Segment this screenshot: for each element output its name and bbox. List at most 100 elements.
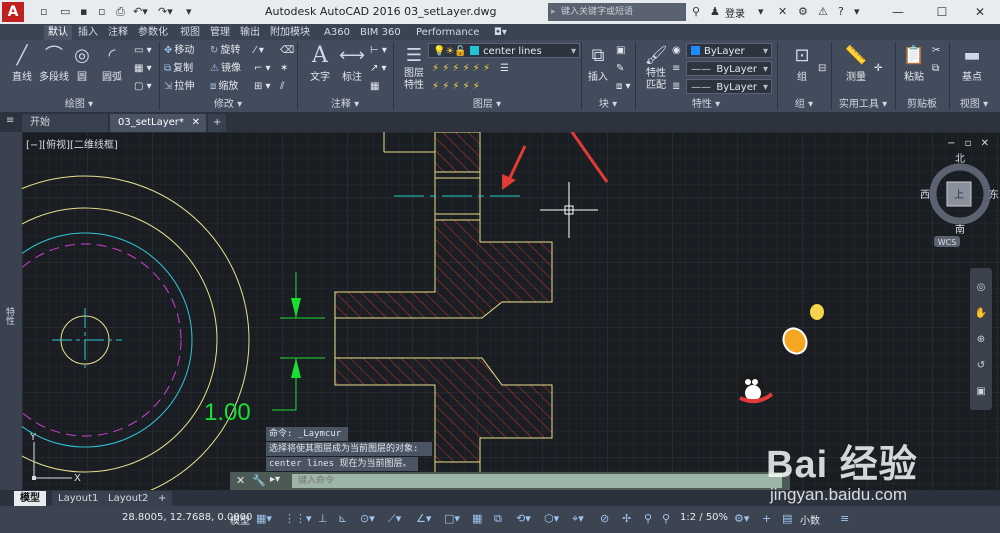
annotation-panel-title[interactable]: 注释 ▾ [298, 98, 392, 111]
pan-icon[interactable]: ✋ [975, 306, 987, 319]
maximize-button[interactable]: ☐ [928, 2, 956, 22]
snap-icon[interactable]: ⋮⋮▾ [284, 511, 312, 527]
annotation-visibility-icon[interactable]: ⚲ [644, 511, 652, 527]
block-attribute-icon[interactable]: ⧈ ▾ [616, 80, 631, 94]
cut-icon[interactable]: ✂ [932, 44, 940, 58]
tab-addins[interactable]: 附加模块 [266, 25, 314, 40]
color-dropdown[interactable]: ByLayer [686, 43, 772, 58]
boundary-icon[interactable]: ▢ ▾ [134, 80, 152, 94]
rectangle-icon[interactable]: ▭ ▾ [134, 44, 152, 58]
dynamic-input-icon[interactable]: ⊾ [338, 511, 347, 527]
menu-icon[interactable]: ≡ [6, 115, 14, 126]
application-menu-button[interactable]: A [2, 2, 24, 22]
steering-wheel-icon[interactable]: ◎ [977, 282, 986, 293]
line-button[interactable]: ╱ 直线 [4, 44, 40, 83]
draw-panel-title[interactable]: 绘图 ▾ [0, 98, 158, 111]
view-panel-title[interactable]: 视图 ▾ [950, 98, 998, 111]
zoom-icon[interactable]: ⊕ [977, 334, 985, 345]
object-snap-icon[interactable]: □▾ [444, 511, 460, 527]
groups-panel-title[interactable]: 组 ▾ [778, 98, 830, 111]
print-icon[interactable]: ⎙ [116, 4, 125, 20]
layer-dropdown[interactable]: 💡☀🔓 center lines [428, 43, 580, 58]
new-file-icon[interactable]: ▫ [40, 4, 47, 20]
tab-annotate[interactable]: 注释 [104, 25, 132, 40]
rotate-button[interactable]: ↻ 旋转 [210, 44, 240, 58]
viewcube-east[interactable]: 东 [989, 188, 999, 201]
linetype-icon[interactable]: ≡ [672, 62, 680, 76]
create-block-icon[interactable]: ▣ [616, 44, 625, 58]
minimize-button[interactable]: — [884, 2, 912, 22]
help-icon[interactable]: ? [838, 4, 844, 20]
group-button[interactable]: ⊡ 组 [784, 44, 820, 83]
customization-icon[interactable]: ≡ [840, 511, 849, 527]
hatch-region-top[interactable] [434, 132, 481, 173]
leader-icon[interactable]: ⊢ ▾ [370, 44, 387, 58]
erase-icon[interactable]: ⌫ [280, 44, 294, 58]
tab-drawing[interactable]: 03_setLayer* ✕ [110, 114, 206, 132]
customize-icon[interactable]: 🔧 [252, 474, 266, 487]
navigation-bar[interactable]: ◎ ✋ ⊕ ↺ ▣ [970, 268, 992, 410]
point-icon[interactable]: ✛ [874, 62, 882, 76]
ribbon-options-icon[interactable]: ◘▾ [490, 25, 511, 40]
polar-tracking-icon[interactable]: ⊙▾ [360, 511, 375, 527]
tab-layout2[interactable]: Layout2 [102, 491, 155, 506]
tab-bim360[interactable]: BIM 360 [356, 25, 405, 40]
arc-button[interactable]: ◜ 圆弧 [94, 44, 130, 83]
layers-panel-title[interactable]: 图层 ▾ [394, 98, 580, 111]
selection-cycling-icon[interactable]: ⟲▾ [516, 511, 531, 527]
text-button[interactable]: A 文字 [302, 44, 338, 84]
modify-panel-title[interactable]: 修改 ▾ [160, 98, 296, 111]
help-dropdown-icon[interactable]: ▾ [854, 4, 860, 20]
properties-panel-title[interactable]: 特性 ▾ [636, 98, 776, 111]
layer-properties-button[interactable]: ☰ 图层 特性 [396, 44, 432, 92]
explode-icon[interactable]: ✶ [280, 62, 288, 76]
command-input[interactable] [292, 474, 782, 488]
clipboard-panel-title[interactable]: 剪贴板 [896, 98, 948, 111]
auto-scale-icon[interactable]: ⚲ [662, 511, 670, 527]
a360-icon[interactable]: ⚙ [798, 4, 808, 20]
measure-button[interactable]: 📏 测量 [838, 44, 874, 83]
user-icon[interactable]: ♟ [710, 4, 720, 20]
lineweight-dropdown[interactable]: —— ByLayer [686, 79, 772, 94]
gizmo-icon[interactable]: ✢ [622, 511, 631, 527]
tab-model[interactable]: 模型 [14, 491, 46, 506]
tab-close-icon[interactable]: ✕ [192, 114, 200, 132]
color-wheel-icon[interactable]: ◉ [672, 44, 681, 58]
ungroup-icon[interactable]: ⊟ [818, 62, 826, 76]
paste-button[interactable]: 📋 粘贴 [896, 44, 932, 83]
viewport-window-controls[interactable]: − ▫ ✕ [947, 138, 992, 149]
recent-commands-icon[interactable]: ▸▾ [270, 474, 280, 485]
save-icon[interactable]: ▪ [80, 4, 87, 20]
tab-view[interactable]: 视图 [176, 25, 204, 40]
annotation-scale-dropdown[interactable]: 1:2 / 50% [680, 512, 728, 523]
selection-filter-icon[interactable]: ⊘ [600, 511, 609, 527]
edit-block-icon[interactable]: ✎ [616, 62, 624, 76]
viewcube-north[interactable]: 北 [955, 153, 965, 165]
close-command-line-icon[interactable]: ✕ [236, 474, 245, 487]
search-input[interactable]: 键入关键字或短语 [548, 3, 686, 21]
help-warning-icon[interactable]: ⚠ [818, 4, 828, 20]
new-layout-button[interactable]: + [152, 491, 173, 506]
annotation-monitor-icon[interactable]: + [762, 511, 771, 527]
grid-icon[interactable]: ▦▾ [256, 511, 272, 527]
tab-layout1[interactable]: Layout1 [52, 491, 105, 506]
move-button[interactable]: ✥ 移动 [164, 44, 194, 58]
lineweight-icon[interactable]: ≣ [672, 80, 680, 94]
tab-performance[interactable]: Performance [412, 25, 483, 40]
exchange-icon[interactable]: ✕ [778, 4, 787, 20]
trim-icon[interactable]: ⁄ ▾ [254, 44, 264, 58]
make-object-layer-current-icon[interactable]: ☰ [500, 62, 509, 76]
undo-icon[interactable]: ↶▾ [133, 4, 148, 20]
viewport-controls-label[interactable]: [−][俯视][二维线框] [26, 136, 118, 151]
tab-manage[interactable]: 管理 [206, 25, 234, 40]
table-icon[interactable]: ▦ [370, 80, 379, 94]
array-icon[interactable]: ⊞ ▾ [254, 80, 271, 94]
offset-icon[interactable]: ⫽ [280, 80, 284, 94]
model-space-button[interactable]: 模型 [230, 512, 250, 527]
object-snap-tracking-icon[interactable]: ∠▾ [416, 511, 431, 527]
block-panel-title[interactable]: 块 ▾ [582, 98, 634, 111]
binoculars-icon[interactable]: ⚲ [692, 4, 700, 20]
match-properties-button[interactable]: 🖌 特性 匹配 [638, 44, 674, 92]
stretch-button[interactable]: ⇲ 拉伸 [164, 80, 194, 94]
multileader-icon[interactable]: ↗ ▾ [370, 62, 387, 76]
